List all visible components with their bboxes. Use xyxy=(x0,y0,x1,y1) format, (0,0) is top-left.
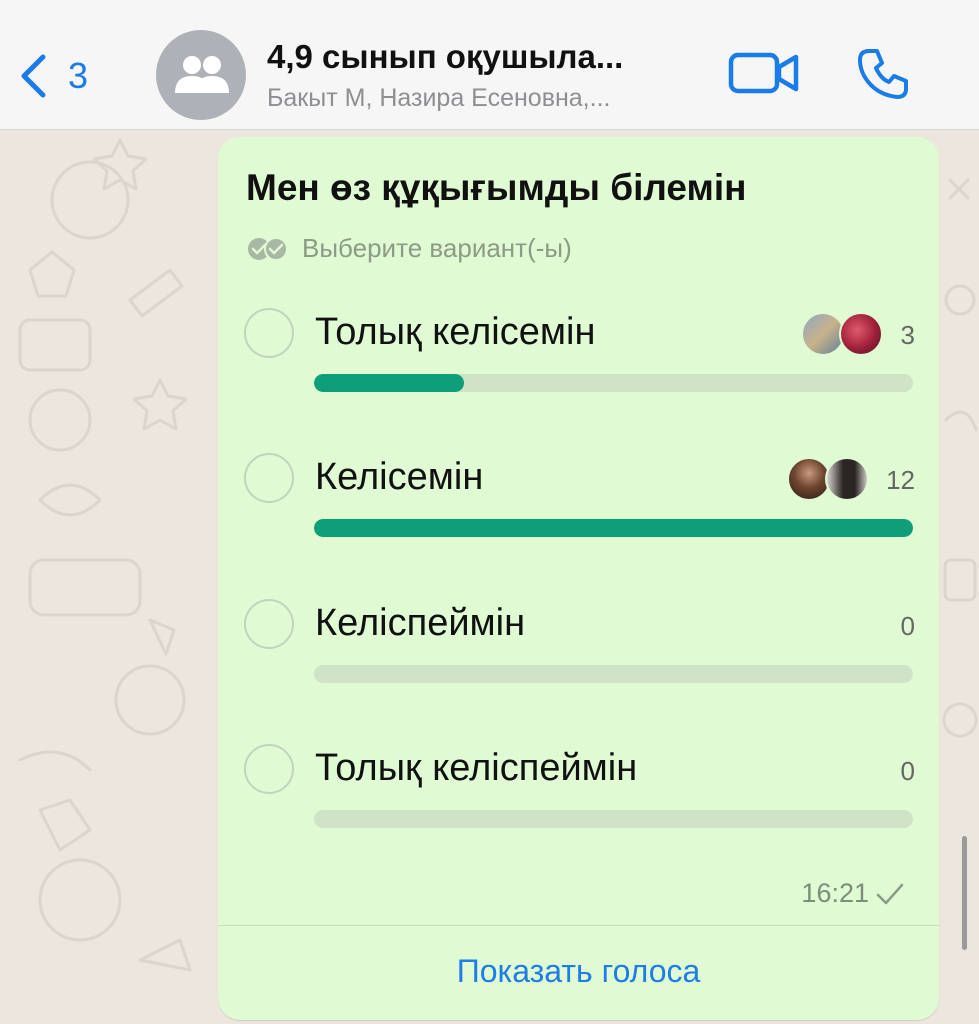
check-icon xyxy=(876,883,904,904)
option-vote-count: 0 xyxy=(900,756,915,786)
option-radio[interactable] xyxy=(244,308,294,358)
bubble-divider xyxy=(218,925,939,926)
double-check-circle-icon xyxy=(248,236,288,261)
option-label: Толық келіспеймін xyxy=(315,747,638,789)
option-label: Келіспеймін xyxy=(315,602,526,644)
group-avatar[interactable] xyxy=(156,30,246,120)
poll-hint-text: Выберите вариант(-ы) xyxy=(302,233,572,263)
back-button[interactable]: 3 xyxy=(18,48,108,104)
option-vote-count: 0 xyxy=(900,611,915,641)
poll-question: Мен өз құқығымды білемін xyxy=(246,167,747,208)
voter-avatar xyxy=(825,457,869,501)
option-vote-count: 3 xyxy=(900,320,915,350)
scrollbar[interactable] xyxy=(962,836,967,950)
option-progress-track xyxy=(314,519,913,537)
poll-hint: Выберите вариант(-ы) xyxy=(246,233,572,264)
poll-message-bubble: Мен өз құқығымды білемін Выберите вариан… xyxy=(218,137,939,1020)
option-progress-track xyxy=(314,374,913,392)
message-time: 16:21 xyxy=(801,878,869,908)
chat-participants[interactable]: Бакыт М, Назира Есеновна,... xyxy=(267,84,610,113)
group-icon xyxy=(175,56,229,93)
message-timestamp: 16:21 xyxy=(801,878,905,909)
poll-option[interactable]: Келісемін 12 xyxy=(218,453,939,573)
option-progress-track xyxy=(314,810,913,828)
option-radio[interactable] xyxy=(244,453,294,503)
option-label: Келісемін xyxy=(315,456,484,498)
option-radio[interactable] xyxy=(244,744,294,794)
voter-avatars[interactable] xyxy=(801,312,891,358)
video-camera-icon xyxy=(728,52,799,94)
voter-avatars[interactable] xyxy=(787,457,877,503)
voice-call-button[interactable] xyxy=(855,46,911,102)
chat-title[interactable]: 4,9 сынып оқушыла... xyxy=(267,38,623,76)
option-progress-fill xyxy=(314,519,913,537)
phone-icon xyxy=(858,49,908,99)
video-call-button[interactable] xyxy=(728,50,800,96)
voter-avatar xyxy=(839,312,883,356)
unread-count: 3 xyxy=(68,55,89,96)
poll-option[interactable]: Толық келіспеймін 0 xyxy=(218,744,939,864)
option-progress-track xyxy=(314,665,913,683)
chevron-left-icon xyxy=(21,54,46,98)
poll-option[interactable]: Келіспеймін 0 xyxy=(218,599,939,719)
poll-option[interactable]: Толық келісемін 3 xyxy=(218,308,939,428)
chat-header: 3 4,9 сынып оқушыла... Бакыт М, Назира Е… xyxy=(0,0,979,130)
option-radio[interactable] xyxy=(244,599,294,649)
option-progress-fill xyxy=(314,374,464,392)
show-votes-button[interactable]: Показать голоса xyxy=(218,953,939,990)
option-label: Толық келісемін xyxy=(315,311,596,353)
option-vote-count: 12 xyxy=(886,465,915,495)
